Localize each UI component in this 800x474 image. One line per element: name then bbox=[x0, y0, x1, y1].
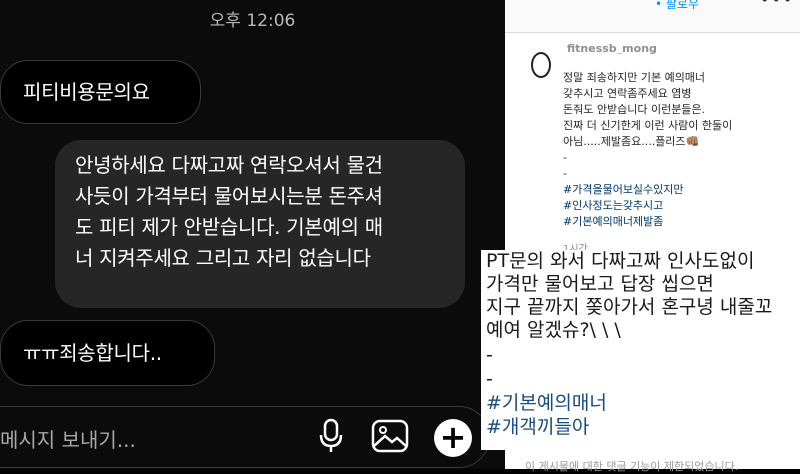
hashtag-link[interactable]: #기본예의매너 bbox=[486, 392, 607, 415]
message-text: 피티비용문의요 bbox=[23, 79, 150, 104]
mic-icon[interactable] bbox=[318, 418, 344, 454]
dm-chat-panel: 오후 12:06 피티비용문의요 안녕하세요 다짜고짜 연락오셔서 물건 사듯이… bbox=[0, 0, 505, 469]
hashtag-link[interactable]: #가격을물어보실수있지만 bbox=[563, 182, 732, 198]
overlay-line: - bbox=[486, 368, 493, 390]
caption-line: - bbox=[563, 167, 567, 180]
hashtag-link[interactable]: #개객끼들아 bbox=[486, 416, 589, 439]
caption-line: 정말 죄송하지만 기본 예의매너 bbox=[563, 71, 706, 84]
username[interactable]: fitnessb_mong bbox=[567, 42, 657, 54]
caption-line: 아님.....제발좀요....플리즈👊🏽 bbox=[563, 135, 700, 148]
avatar[interactable] bbox=[531, 52, 551, 78]
overlay-line: - bbox=[486, 344, 493, 366]
received-message-bubble[interactable]: ㅠㅠ죄송합니다.. bbox=[0, 320, 215, 386]
message-line: 너 지켜주세요 그리고 자리 없습니다 bbox=[75, 246, 371, 270]
overlay-line: 지구 끝까지 쫒아가서 혼구녕 내줄꼬 bbox=[486, 296, 773, 318]
hashtag-link[interactable]: #기본예의매너제발좀 bbox=[563, 214, 732, 230]
caption-line: 갖추시고 연락좀주세요 염병 bbox=[563, 87, 692, 100]
gallery-icon[interactable] bbox=[370, 418, 410, 454]
sent-message-bubble[interactable]: 안녕하세요 다짜고짜 연락오셔서 물건 사듯이 가격부터 물어보시는분 돈주셔 … bbox=[55, 140, 465, 308]
more-options-icon[interactable]: ••• bbox=[760, 0, 794, 9]
overlay-line: 가격만 물어보고 답장 씹으면 bbox=[486, 273, 714, 295]
overlay-line: PT문의 와서 다짜고짜 인사도없이 bbox=[486, 250, 755, 272]
follow-button[interactable]: • 팔로우 bbox=[655, 0, 699, 12]
comments-restricted-note: 이 게시물에 대한 댓글 기능이 제한되었습니다. bbox=[525, 460, 739, 473]
post-header-bar: • 팔로우 ••• bbox=[505, 0, 800, 33]
message-text: ㅠㅠ죄송합니다.. bbox=[23, 340, 162, 365]
hashtag-link[interactable]: #인사정도는갖추시고 bbox=[563, 198, 732, 214]
message-line: 안녕하세요 다짜고짜 연락오셔서 물건 bbox=[75, 153, 383, 177]
message-timestamp: 오후 12:06 bbox=[209, 11, 296, 31]
message-line: 사듯이 가격부터 물어보시는분 돈주셔 bbox=[75, 184, 383, 208]
post-caption: 정말 죄송하지만 기본 예의매너 갖추시고 연락좀주세요 염병 돈줘도 안받습니… bbox=[563, 70, 732, 230]
caption-line: 진짜 더 신기한게 이런 사람이 한둘이 bbox=[563, 119, 733, 132]
received-message-bubble[interactable]: 피티비용문의요 bbox=[0, 60, 201, 124]
message-line: 도 피티 제가 안받습니다. 기본예의 매 bbox=[75, 215, 383, 239]
overlay-line: 예여 알겠슈?\ \ \ bbox=[486, 319, 621, 341]
caption-line: - bbox=[563, 151, 567, 164]
message-input[interactable]: 메시지 보내기... bbox=[0, 424, 136, 453]
plus-icon[interactable]: + bbox=[434, 419, 472, 457]
caption-line: 돈줘도 안받습니다 이런분들은. bbox=[563, 103, 706, 116]
